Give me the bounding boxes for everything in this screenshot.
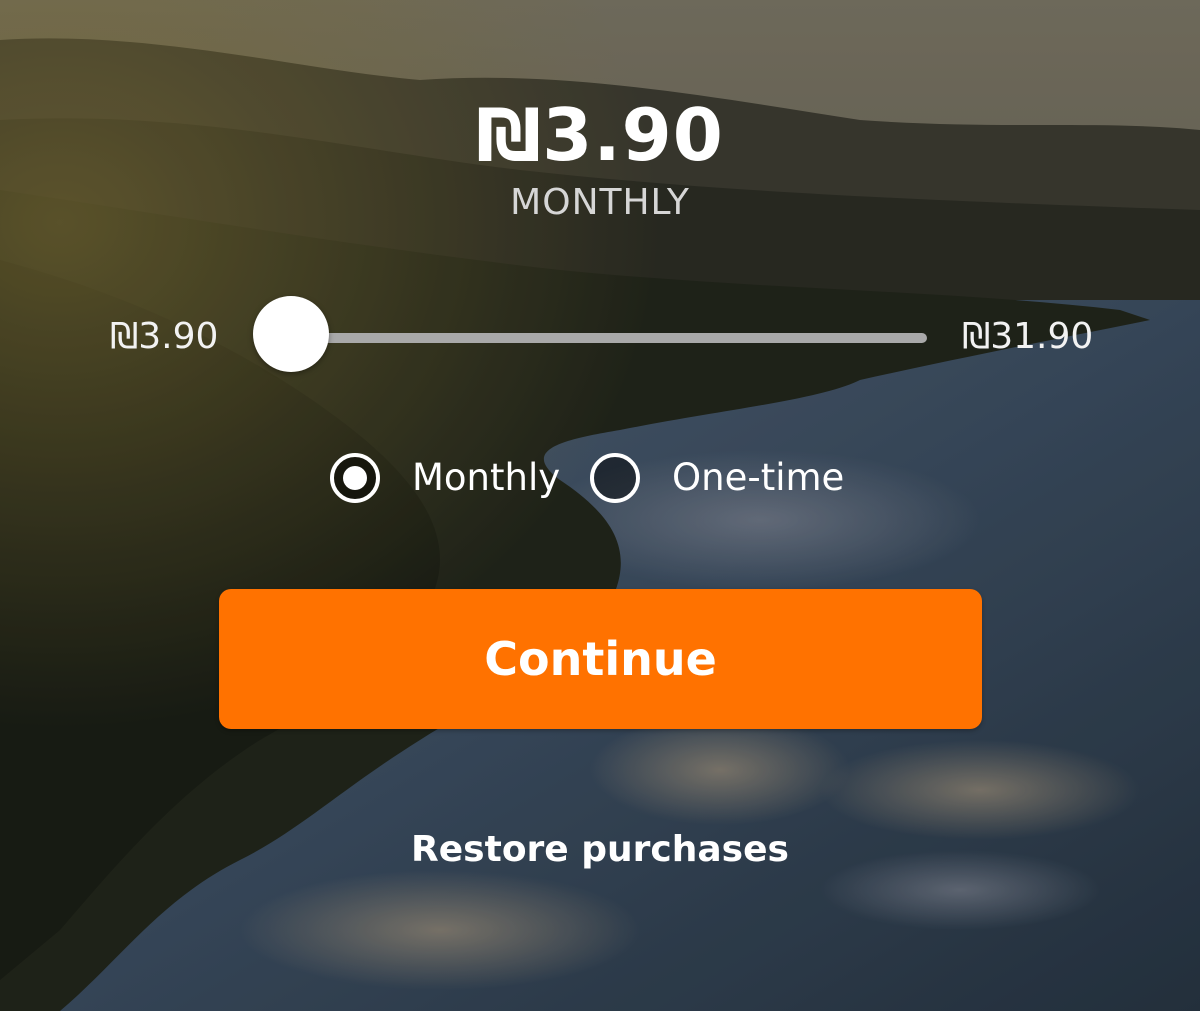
price-amount: ₪3.90: [476, 93, 724, 177]
radio-option-monthly[interactable]: Monthly: [330, 448, 560, 508]
continue-button[interactable]: Continue: [219, 589, 982, 729]
billing-period-label: MONTHLY: [510, 182, 690, 223]
radio-button-one-time[interactable]: [590, 453, 640, 503]
slider-min-label: ₪3.90: [110, 316, 219, 357]
radio-option-one-time[interactable]: One-time: [590, 448, 844, 508]
price-slider-thumb[interactable]: [253, 296, 329, 372]
billing-type-radio-group: Monthly One-time: [0, 448, 1200, 508]
radio-label-monthly: Monthly: [412, 456, 561, 499]
radio-button-monthly[interactable]: [330, 453, 380, 503]
slider-max-label: ₪31.90: [962, 316, 1094, 357]
radio-label-one-time: One-time: [672, 456, 845, 499]
price-slider-track[interactable]: [285, 333, 927, 343]
restore-purchases-link[interactable]: Restore purchases: [0, 826, 1200, 874]
